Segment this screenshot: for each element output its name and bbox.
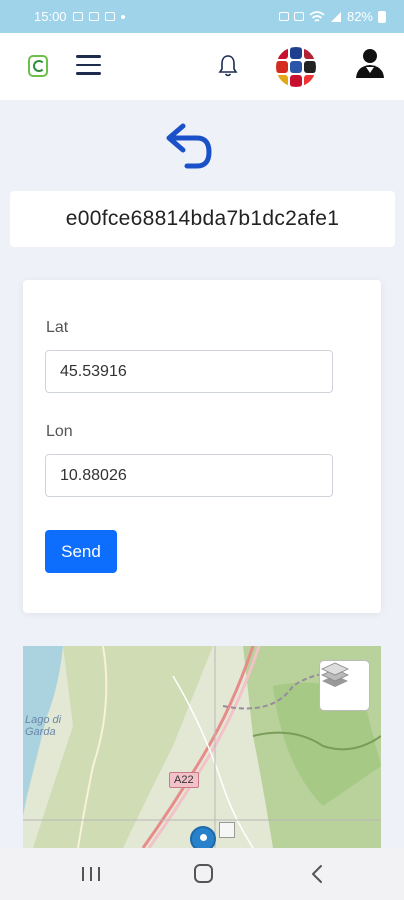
- lake-label-line2: Garda: [25, 726, 56, 738]
- menu-line: [76, 72, 101, 75]
- flag-icon: [276, 47, 288, 59]
- photo-icon: [72, 12, 83, 21]
- battery-icon: [378, 10, 386, 23]
- home-icon[interactable]: [194, 864, 213, 883]
- alarm-icon: [293, 12, 304, 21]
- recent-line: [82, 867, 84, 881]
- map[interactable]: Lago di Garda A22: [23, 646, 381, 848]
- coordinates-form: Lat Lon Send: [23, 280, 381, 613]
- recent-line: [98, 867, 100, 881]
- user-avatar-icon[interactable]: [355, 47, 385, 79]
- bell-icon[interactable]: [218, 54, 238, 78]
- app-logo-icon[interactable]: [28, 55, 48, 77]
- device-id: e00fce68814bda7b1dc2afe1: [10, 191, 395, 247]
- back-icon[interactable]: [310, 864, 324, 884]
- language-flags-icon[interactable]: [276, 47, 316, 87]
- status-bar: 15:00 82%: [0, 0, 404, 33]
- status-time: 15:00: [34, 9, 67, 24]
- broken-image-icon: [219, 822, 235, 838]
- flag-icon: [290, 61, 302, 73]
- flag-icon: [304, 47, 316, 59]
- flag-icon: [276, 61, 288, 73]
- flag-icon: [304, 75, 316, 87]
- system-nav-bar: [0, 848, 404, 900]
- battery-percent: 82%: [346, 9, 373, 24]
- lon-label: Lon: [46, 423, 73, 440]
- flag-icon: [290, 75, 302, 87]
- recent-apps-icon[interactable]: [82, 867, 100, 881]
- lake-label: Lago di Garda: [25, 714, 61, 738]
- flag-icon: [304, 61, 316, 73]
- layers-button[interactable]: [319, 660, 370, 711]
- menu-line: [76, 63, 101, 66]
- sim-icon: [278, 12, 289, 21]
- menu-line: [76, 55, 101, 58]
- recent-line: [90, 867, 92, 881]
- lat-label: Lat: [46, 319, 69, 336]
- flag-icon: [276, 75, 288, 87]
- lake-label-line1: Lago di: [25, 714, 62, 726]
- undo-back-icon[interactable]: [163, 118, 215, 172]
- video-icon: [104, 12, 115, 21]
- wifi-icon: [309, 10, 325, 22]
- lat-input[interactable]: [45, 350, 333, 393]
- cast-icon: [88, 12, 99, 21]
- status-right: 82%: [278, 9, 386, 24]
- dot-icon: [120, 14, 125, 19]
- hamburger-menu-icon[interactable]: [76, 55, 101, 77]
- app-header: [0, 33, 404, 100]
- map-marker-icon[interactable]: [190, 826, 216, 848]
- signal-icon: [330, 11, 341, 22]
- road-label: A22: [169, 772, 199, 788]
- send-button[interactable]: Send: [45, 530, 117, 573]
- lon-input[interactable]: [45, 454, 333, 497]
- status-left: 15:00: [34, 9, 125, 24]
- flag-icon: [290, 47, 302, 59]
- layers-icon: [321, 662, 349, 687]
